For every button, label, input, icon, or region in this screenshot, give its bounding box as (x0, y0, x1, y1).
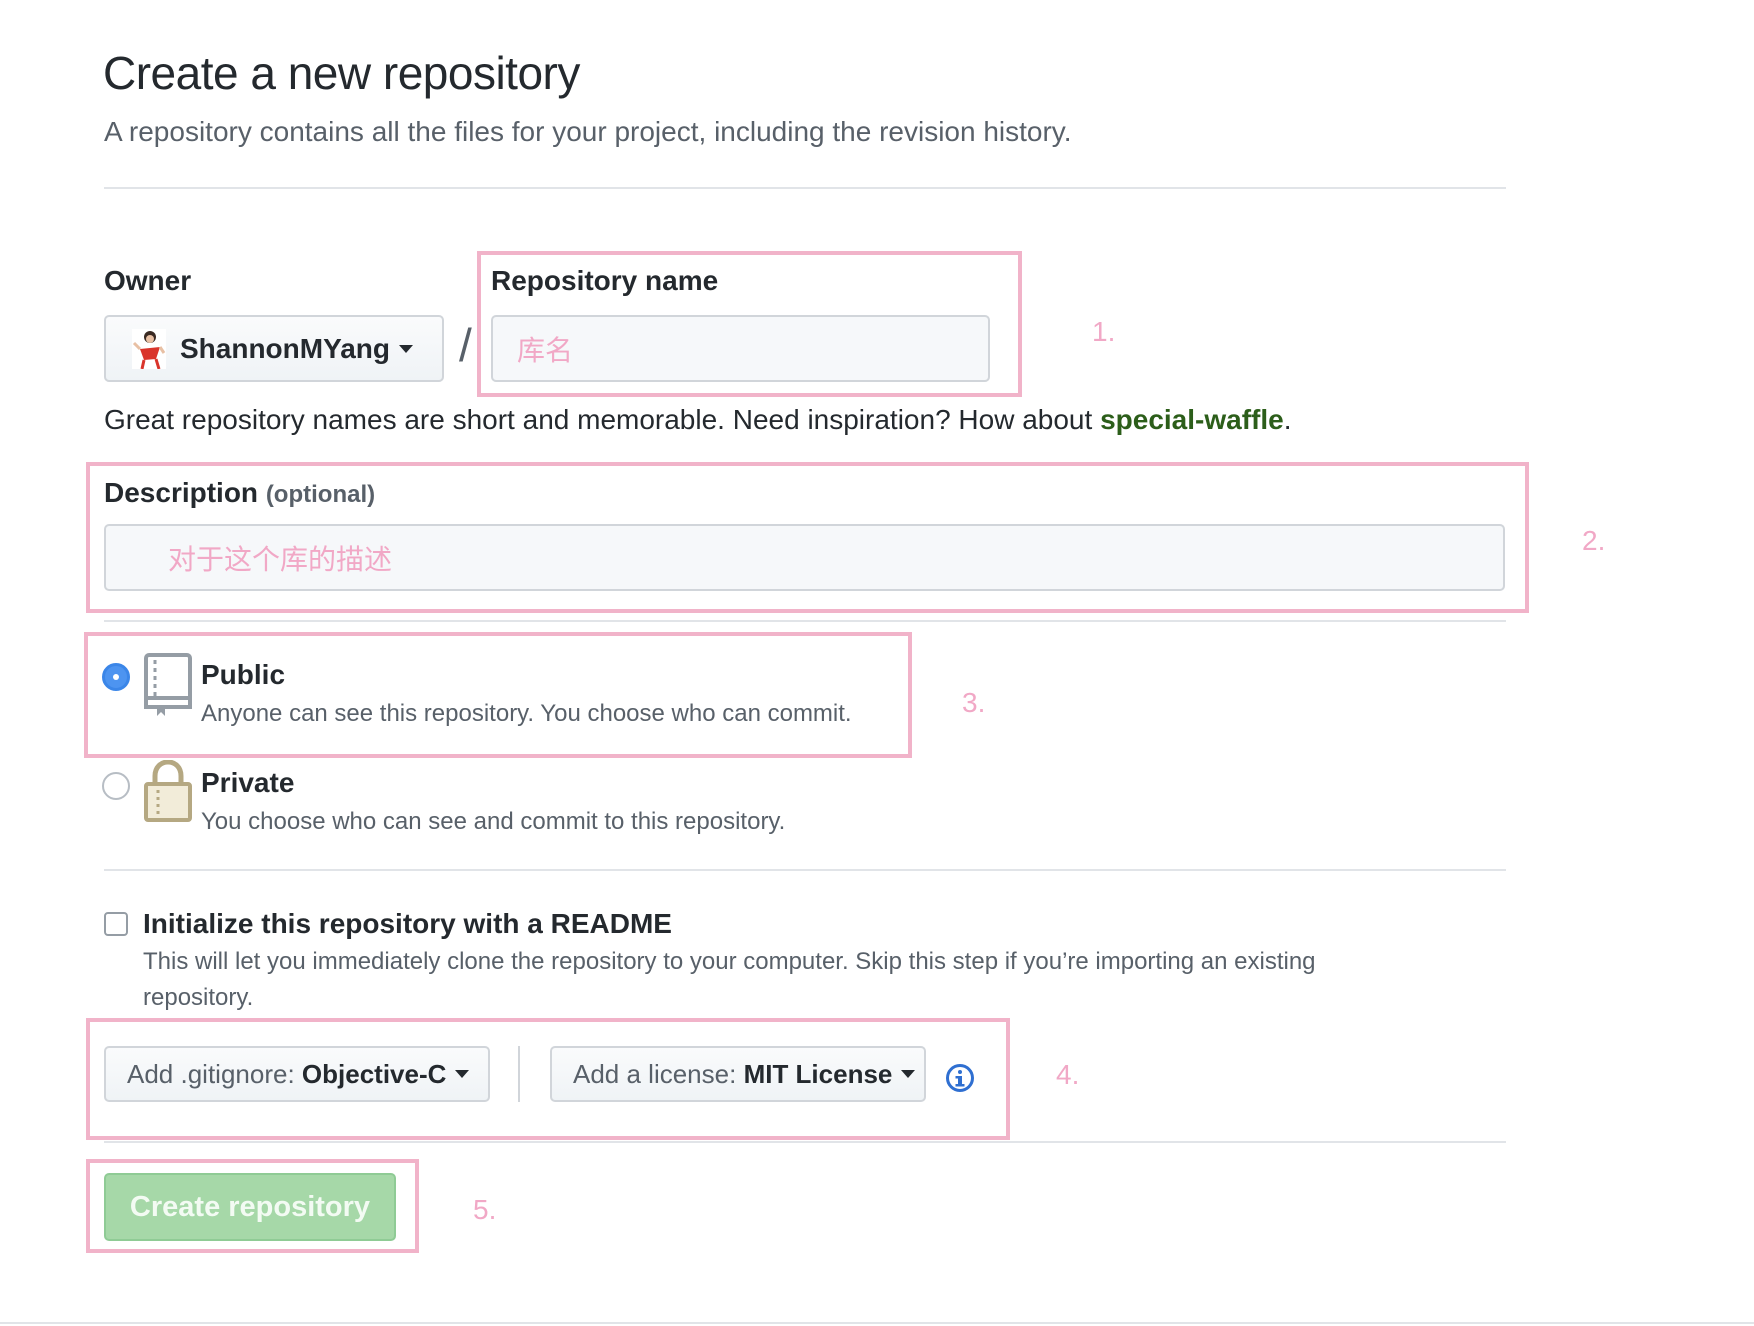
license-value: MIT License (743, 1058, 893, 1089)
annotation-step-5: 5. (473, 1194, 497, 1225)
repo-name-placeholder: 库名 (517, 334, 574, 366)
description-label-text: Description (104, 477, 259, 508)
divider (104, 187, 1506, 189)
private-desc: You choose who can see and commit to thi… (201, 808, 786, 835)
hint-suffix: . (1283, 404, 1292, 435)
private-radio[interactable] (102, 772, 130, 800)
gitignore-prefix: Add .gitignore: (127, 1058, 295, 1089)
lock-icon (143, 759, 193, 827)
page-subtitle: A repository contains all the files for … (104, 116, 1072, 147)
avatar (132, 328, 166, 369)
gitignore-value: Objective-C (301, 1058, 447, 1089)
annotation-box-3 (84, 632, 912, 758)
readme-checkbox[interactable] (104, 912, 128, 936)
divider (104, 869, 1506, 871)
readme-desc-line1: This will let you immediately clone the … (143, 948, 1316, 975)
owner-name: ShannonMYang (180, 332, 390, 364)
chevron-down-icon (455, 1070, 470, 1078)
owner-select[interactable]: ShannonMYang (104, 315, 444, 382)
gitignore-select[interactable]: Add .gitignore: Objective-C (104, 1046, 490, 1102)
info-icon[interactable] (945, 1063, 975, 1098)
description-placeholder: 对于这个库的描述 (168, 543, 393, 575)
owner-label: Owner (104, 265, 192, 296)
description-input[interactable]: 对于这个库的描述 (104, 524, 1505, 591)
hint-text: Great repository names are short and mem… (104, 404, 1101, 435)
public-title: Public (201, 659, 286, 690)
public-desc: Anyone can see this repository. You choo… (201, 700, 852, 727)
footer-divider (0, 1322, 1754, 1324)
public-radio[interactable] (102, 663, 130, 691)
repo-name-label: Repository name (491, 265, 719, 296)
chevron-down-icon (399, 344, 413, 353)
owner-repo-separator: / (459, 319, 472, 371)
divider (104, 1141, 1506, 1143)
repo-public-icon (143, 652, 193, 723)
license-select[interactable]: Add a license: MIT License (550, 1046, 926, 1102)
chevron-down-icon (901, 1070, 916, 1078)
divider (104, 620, 1506, 622)
description-label: Description (optional) (104, 477, 375, 509)
annotation-step-4: 4. (1056, 1059, 1080, 1090)
private-title: Private (201, 767, 295, 798)
annotation-step-1: 1. (1092, 316, 1116, 347)
license-prefix: Add a license: (573, 1058, 737, 1089)
annotation-step-3: 3. (962, 687, 986, 718)
vertical-divider (518, 1046, 520, 1102)
annotation-step-2: 2. (1582, 525, 1606, 556)
create-repository-button[interactable]: Create repository (104, 1173, 396, 1241)
optional-tag: (optional) (265, 481, 376, 508)
page-title: Create a new repository (103, 47, 580, 99)
repo-name-hint: Great repository names are short and mem… (104, 404, 1292, 436)
repo-name-input[interactable]: 库名 (491, 315, 990, 382)
readme-desc-line2: repository. (143, 984, 254, 1011)
name-suggestion-link[interactable]: special-waffle (1100, 404, 1284, 435)
readme-title: Initialize this repository with a README (143, 908, 672, 939)
